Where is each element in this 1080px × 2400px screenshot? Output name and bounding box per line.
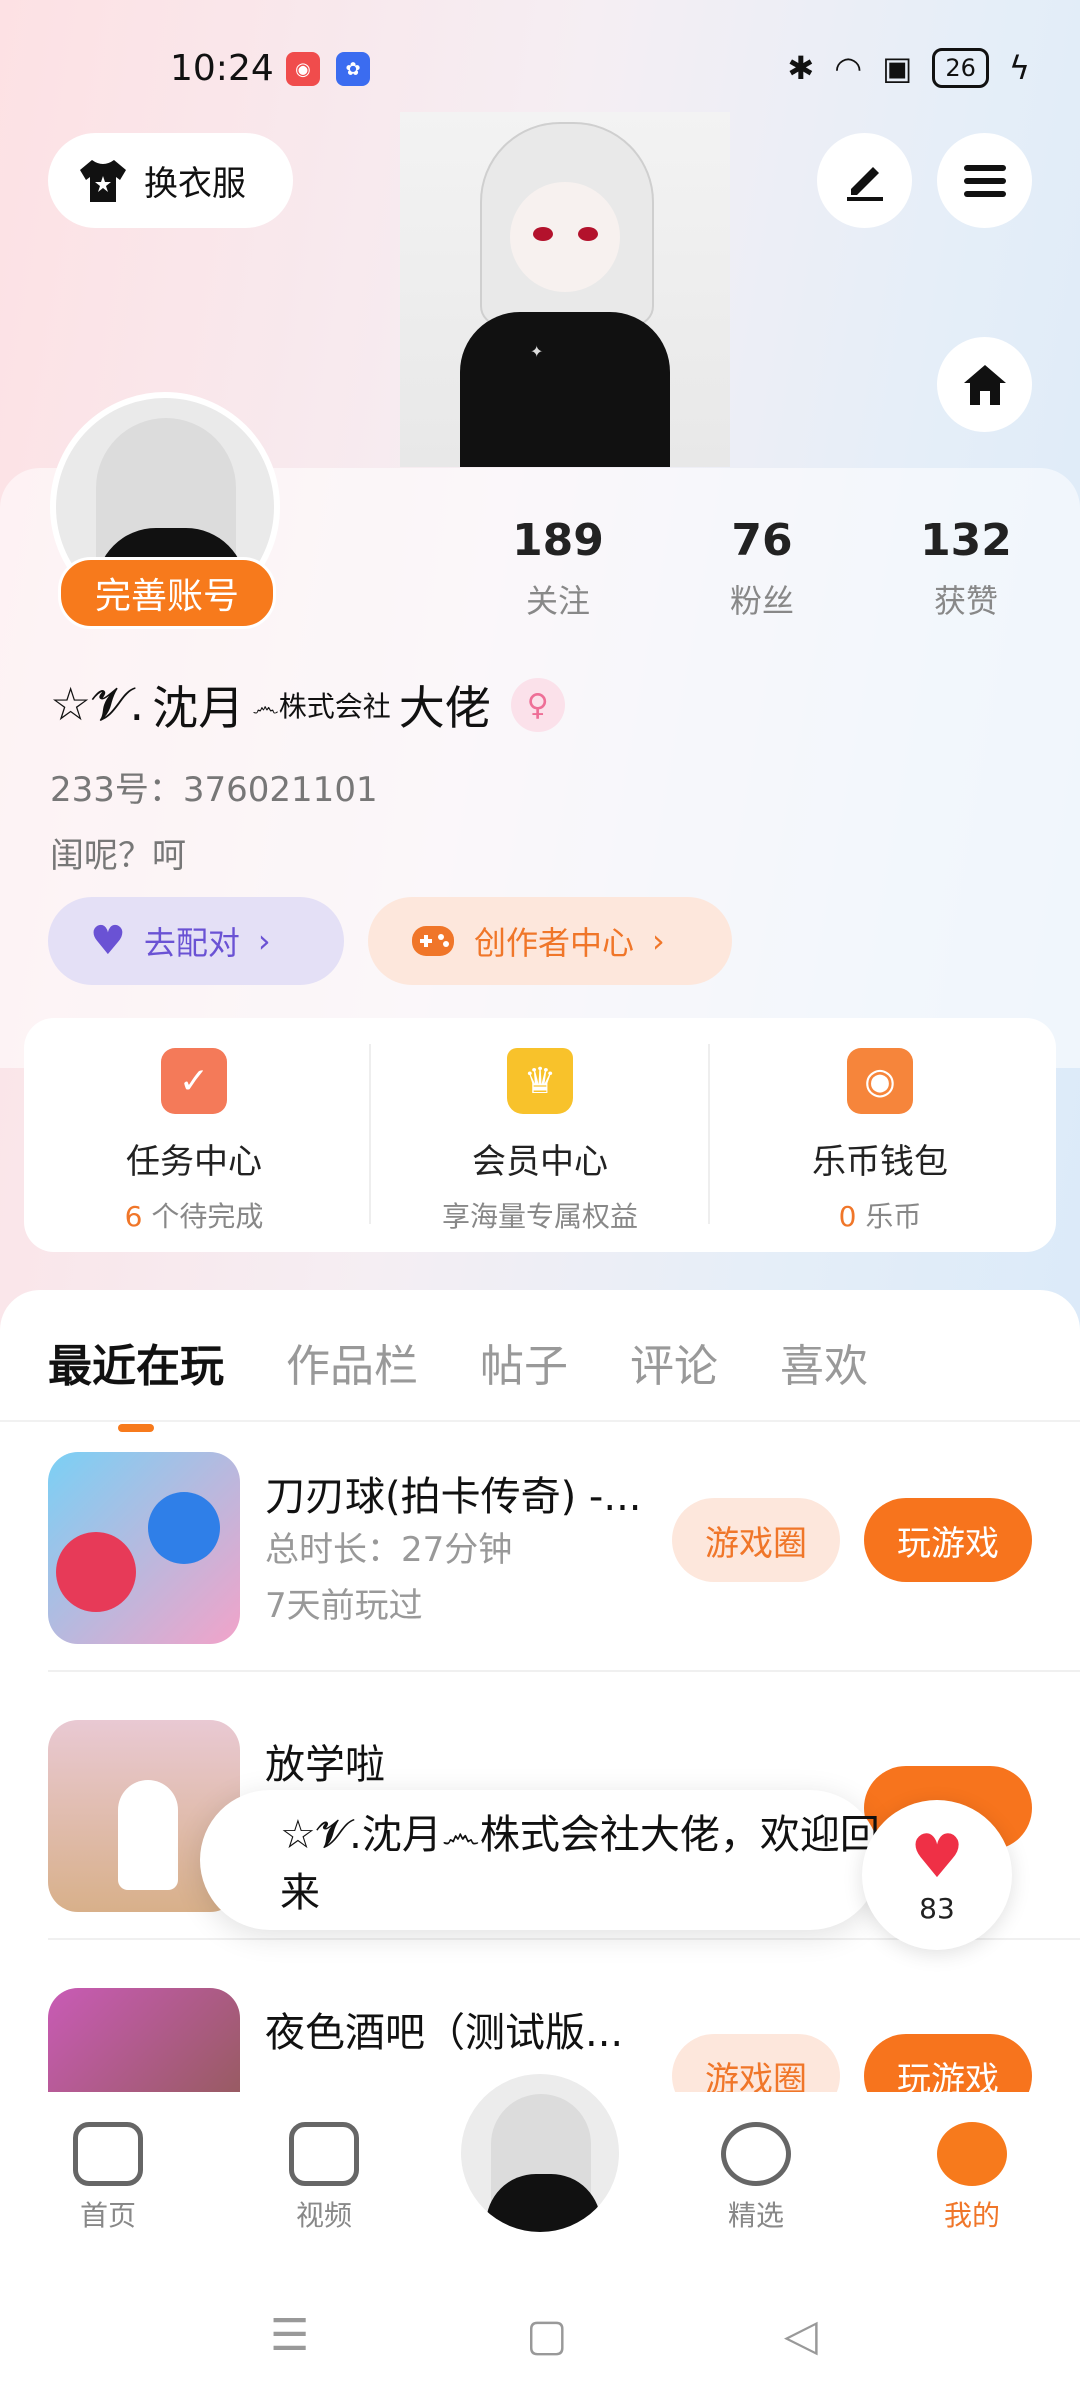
calendar-check-icon: ✓ — [161, 1048, 227, 1114]
wifi-icon: ◠ — [834, 49, 863, 87]
nav-mine[interactable]: 我的 — [912, 2122, 1032, 2234]
tab-comments[interactable]: 评论 — [630, 1330, 718, 1394]
pair-button[interactable]: ♥ 去配对 › — [48, 897, 344, 985]
name-suffix: 大佬 — [398, 681, 491, 735]
chevron-right-icon: › — [257, 922, 271, 960]
chevron-right-icon: › — [652, 922, 665, 960]
content-tabs: 最近在玩 作品栏 帖子 评论 喜欢 — [48, 1330, 868, 1432]
pen-icon — [846, 166, 883, 201]
battery-icon: 26 — [932, 48, 989, 88]
content-section: 最近在玩 作品栏 帖子 评论 喜欢 刀刃球(拍卡传奇) -... 总时长：27分… — [0, 1290, 1080, 2180]
gamepad-icon — [73, 2122, 143, 2186]
tab-recent-play[interactable]: 最近在玩 — [48, 1330, 224, 1432]
stat-followers[interactable]: 76 粉丝 — [682, 515, 842, 622]
baidu-app-icon: ✿ — [336, 52, 370, 86]
task-center[interactable]: ✓ 任务中心 6 个待完成 — [24, 1018, 364, 1252]
home-square-icon[interactable]: ▢ — [526, 2310, 568, 2361]
name-text: 沈月 — [152, 681, 245, 735]
outfit-button[interactable]: 换衣服 — [48, 133, 293, 228]
heart-outline-icon — [721, 2122, 791, 2186]
user-id: 233号：376021101 — [50, 770, 378, 810]
stat-following[interactable]: 189 关注 — [478, 515, 638, 622]
character-model[interactable]: ✦ — [400, 112, 730, 467]
outfit-label: 换衣服 — [144, 164, 246, 204]
coin-wallet[interactable]: ◉ 乐币钱包 0 乐币 — [710, 1018, 1050, 1252]
shirt-icon — [80, 159, 126, 202]
name-mid: ෴株式会社 — [252, 690, 391, 723]
profile-name: ☆𝓥. 沈月 ෴株式会社 大佬 ♀ — [50, 672, 565, 738]
welcome-toast: ☆𝓥.沈月෴株式会社大佬，欢迎回来 — [200, 1790, 880, 1930]
nav-featured[interactable]: 精选 — [696, 2122, 816, 2234]
like-counter[interactable]: ♥ 83 — [862, 1800, 1012, 1950]
status-time: 10:24 — [170, 48, 274, 89]
center-avatar-button[interactable] — [455, 2068, 625, 2238]
vip-center[interactable]: ♛ 会员中心 享海量专属权益 — [370, 1018, 710, 1252]
stat-likes[interactable]: 132 获赞 — [886, 515, 1046, 622]
toast-text: ☆𝓥.沈月෴株式会社大佬，欢迎回来 — [280, 1812, 880, 1916]
house-icon — [963, 364, 1006, 405]
menu-button[interactable] — [937, 133, 1032, 228]
crown-icon: ♛ — [507, 1048, 573, 1114]
game-circle-button[interactable]: 游戏圈 — [672, 1498, 840, 1582]
feature-panel: ✓ 任务中心 6 个待完成 ♛ 会员中心 享海量专属权益 ◉ 乐币钱包 0 乐币 — [24, 1018, 1056, 1252]
user-bio: 闺呢？呵 — [50, 836, 186, 876]
play-game-button[interactable]: 玩游戏 — [864, 1498, 1032, 1582]
wallet-icon: ◉ — [847, 1048, 913, 1114]
sim-blocked-icon: ▣ — [882, 49, 913, 87]
tab-works[interactable]: 作品栏 — [286, 1330, 418, 1394]
charging-icon: ϟ — [1008, 49, 1030, 87]
name-prefix: ☆𝓥. — [50, 677, 145, 731]
heart-icon: ♥ — [90, 918, 126, 964]
list-item[interactable]: 刀刃球(拍卡传奇) -... 总时长：27分钟 7天前玩过 游戏圈 玩游戏 — [0, 1422, 1080, 1672]
bluetooth-icon: ✱ — [787, 49, 815, 87]
video-play-icon — [289, 2122, 359, 2186]
home-button[interactable] — [937, 337, 1032, 432]
back-icon[interactable]: ◁ — [784, 2310, 818, 2361]
nav-home[interactable]: 首页 — [48, 2122, 168, 2234]
female-gender-icon: ♀ — [510, 678, 565, 732]
heart-icon: ♥ — [910, 1822, 964, 1892]
gamepad-icon — [412, 926, 454, 956]
nav-video[interactable]: 视频 — [264, 2122, 384, 2234]
system-nav-bar: ☰ ▢ ◁ — [0, 2260, 1080, 2400]
game-icon — [48, 1452, 240, 1644]
creator-center-button[interactable]: 创作者中心 › — [368, 897, 732, 985]
menu-icon — [963, 164, 1006, 197]
edit-button[interactable] — [817, 133, 912, 228]
complete-account-button[interactable]: 完善账号 — [58, 557, 276, 629]
location-app-icon: ◉ — [286, 52, 320, 86]
tab-likes[interactable]: 喜欢 — [780, 1330, 868, 1394]
face-icon — [937, 2122, 1007, 2186]
tab-posts[interactable]: 帖子 — [480, 1330, 568, 1394]
recent-apps-icon[interactable]: ☰ — [270, 2310, 309, 2361]
